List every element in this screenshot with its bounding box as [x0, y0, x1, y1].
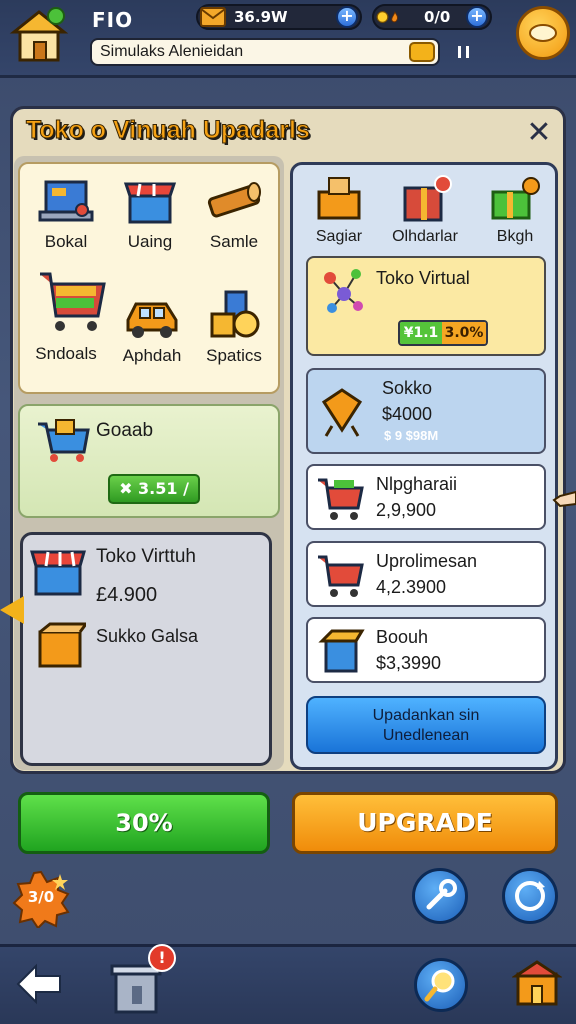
- wood-icon: [204, 176, 264, 228]
- store-icon: [120, 176, 180, 228]
- basket-icon: [36, 414, 92, 464]
- category-label: Uaing: [127, 232, 173, 251]
- category-label: Sagiar: [315, 228, 363, 245]
- item-price: 4,2.3900: [376, 577, 447, 597]
- shop-icon: [511, 960, 563, 1006]
- store-price: £4.900: [96, 584, 158, 606]
- item-name: Uprolimesan: [376, 551, 478, 571]
- category-item-0[interactable]: Bokal: [24, 176, 108, 252]
- panel-title: Toko o Vinuah Upadarls: [26, 116, 311, 145]
- category-label: Samle: [209, 232, 259, 251]
- mail-icon: [200, 6, 226, 28]
- refresh-button[interactable]: [502, 868, 558, 924]
- cans-icon: [204, 290, 264, 342]
- notification-badge: !: [148, 944, 176, 972]
- close-button[interactable]: ✕: [524, 118, 554, 148]
- category-item-1[interactable]: Uaing: [108, 176, 192, 252]
- category-item-3[interactable]: Sndoals: [24, 264, 108, 364]
- item-card-1[interactable]: Nlpgharaii 2,9,900: [306, 464, 546, 530]
- laptop-icon: [36, 176, 96, 228]
- add-currency2-button[interactable]: +: [466, 6, 488, 28]
- item-price: $4000: [382, 404, 433, 424]
- category-label: Sndoals: [35, 344, 97, 363]
- featured-badge-right: 3.0%: [442, 322, 486, 344]
- back-arrow-icon[interactable]: [14, 962, 64, 1006]
- game-title: FIO: [92, 8, 134, 32]
- currency-pill-mail: 36.9W +: [196, 4, 362, 30]
- gift-icon: [397, 174, 453, 222]
- arrow-left-icon[interactable]: [0, 596, 24, 624]
- coin-icon: [376, 6, 402, 28]
- search-button[interactable]: [414, 958, 468, 1012]
- upgrade-button[interactable]: UPGRADE: [292, 792, 558, 854]
- category-item-5[interactable]: Spatics: [192, 290, 276, 366]
- category-label: Bkgh: [496, 228, 534, 245]
- storage-button[interactable]: !: [110, 944, 176, 1014]
- item-name: Nlpgharaii: [376, 474, 458, 494]
- featured-title: Toko Virtual: [376, 268, 470, 288]
- magnifier-icon: [424, 969, 455, 1002]
- right-category-0[interactable]: Sagiar: [298, 174, 380, 246]
- percent-button[interactable]: 30%: [18, 792, 270, 854]
- molecule-icon: [318, 264, 368, 316]
- box-icon: [34, 620, 89, 672]
- home-icon[interactable]: [8, 4, 70, 66]
- sale-badge-label: 3/0: [27, 888, 55, 906]
- featured-badge[interactable]: ¥1.1 3.0%: [398, 320, 488, 346]
- upgrade-all-line2: Unedlenean: [382, 727, 470, 744]
- green-gift-icon: [487, 174, 543, 222]
- refresh-icon: [515, 881, 545, 911]
- bottom-bar: [0, 944, 576, 1024]
- category-label: Spatics: [206, 346, 262, 365]
- category-item-4[interactable]: Aphdah: [110, 290, 194, 366]
- item-price: $3,3990: [376, 653, 442, 673]
- category-label: Aphdah: [122, 346, 182, 365]
- box-cup-icon: [316, 627, 366, 675]
- signal-icon: [456, 44, 472, 60]
- sale-badge[interactable]: 3/0: [12, 870, 70, 930]
- search-icon[interactable]: [409, 42, 435, 62]
- wrench-icon: [426, 879, 457, 910]
- category-label: Bokal: [44, 232, 88, 251]
- featured-badge-left: ¥1.1: [400, 322, 442, 344]
- promo-title: Goaab: [96, 420, 154, 441]
- item-name: Sokko: [382, 378, 433, 398]
- category-label: Olhdarlar: [392, 228, 458, 245]
- item-sub: $ 9 $98M: [384, 428, 439, 443]
- currency1-value: 36.9W: [234, 8, 288, 26]
- cart-icon: [316, 474, 366, 522]
- search-input[interactable]: Simulaks Alenieidan: [90, 38, 440, 66]
- tools-button[interactable]: [412, 868, 468, 924]
- item-card-2[interactable]: Uprolimesan 4,2.3900: [306, 541, 546, 607]
- add-currency1-button[interactable]: +: [336, 6, 358, 28]
- right-category-1[interactable]: Olhdarlar: [384, 174, 466, 246]
- item-card-3[interactable]: Boouh $3,3990: [306, 617, 546, 683]
- right-category-2[interactable]: Bkgh: [474, 174, 556, 246]
- store-icon: [30, 544, 86, 598]
- promo-badge[interactable]: ✖ 3.51 /: [108, 474, 200, 504]
- item-price: 2,9,900: [376, 500, 437, 520]
- upgrade-all-line1: Upadankan sin: [372, 707, 480, 724]
- upgrade-all-button[interactable]: Upadankan sin Unedlenean: [306, 696, 546, 754]
- cart-icon: [36, 264, 106, 334]
- car-icon: [122, 290, 182, 342]
- shop-button[interactable]: [511, 958, 563, 1008]
- box-open-icon: [311, 174, 367, 222]
- category-item-2[interactable]: Samle: [192, 176, 276, 252]
- cart-icon: [316, 551, 366, 599]
- store-sub: Sukko Galsa: [96, 626, 199, 646]
- item-card-0[interactable]: Sokko $4000 $ 9 $98M: [306, 368, 546, 454]
- search-text: Simulaks Alenieidan: [100, 43, 244, 60]
- store-name: Toko Virttuh: [96, 546, 196, 567]
- pointer-hand-icon[interactable]: [552, 484, 576, 514]
- item-name: Boouh: [376, 627, 429, 647]
- currency-pill-coins: 0/0 +: [372, 4, 492, 30]
- menu-button[interactable]: [516, 6, 570, 60]
- currency2-value: 0/0: [424, 8, 451, 26]
- crate-icon: [316, 382, 366, 437]
